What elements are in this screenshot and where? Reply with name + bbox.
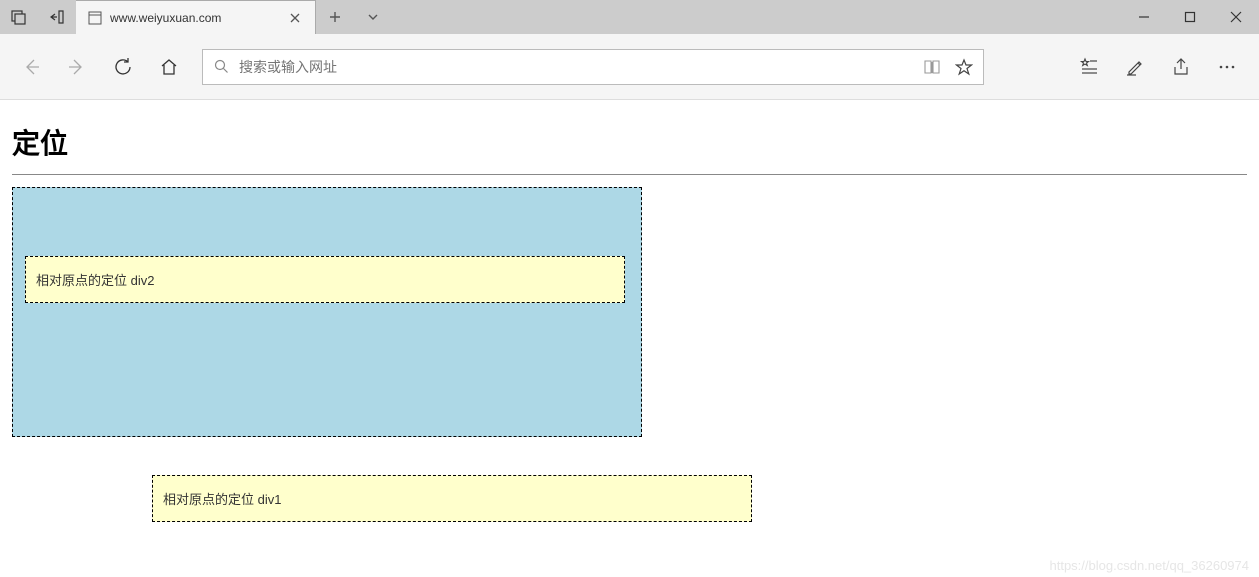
toolbar-right <box>1069 47 1247 87</box>
tab-menu-chevron-icon[interactable] <box>354 0 392 34</box>
back-button[interactable] <box>12 48 50 86</box>
div2-box: 相对原点的定位 div2 <box>25 256 625 303</box>
reading-view-icon[interactable] <box>921 56 943 78</box>
page-icon <box>88 11 102 25</box>
more-menu-icon[interactable] <box>1207 47 1247 87</box>
tabs-aside-icon[interactable] <box>0 0 38 34</box>
toolbar <box>0 34 1259 100</box>
divider <box>12 174 1247 175</box>
browser-tab[interactable]: www.weiyuxuan.com <box>76 0 316 34</box>
home-button[interactable] <box>150 48 188 86</box>
favorites-list-icon[interactable] <box>1069 47 1109 87</box>
search-icon <box>211 59 231 74</box>
page-content: 定位 相对原点的定位 div2 <box>0 100 1259 437</box>
window-controls <box>1121 0 1259 34</box>
favorite-star-icon[interactable] <box>953 56 975 78</box>
refresh-button[interactable] <box>104 48 142 86</box>
new-tab-button[interactable] <box>316 0 354 34</box>
notes-icon[interactable] <box>1115 47 1155 87</box>
titlebar: www.weiyuxuan.com <box>0 0 1259 34</box>
set-aside-icon[interactable] <box>38 0 76 34</box>
titlebar-left <box>0 0 76 34</box>
address-input[interactable] <box>239 59 921 75</box>
watermark: https://blog.csdn.net/qq_36260974 <box>1050 558 1250 573</box>
share-icon[interactable] <box>1161 47 1201 87</box>
forward-button[interactable] <box>58 48 96 86</box>
div1-box: 相对原点的定位 div1 <box>152 475 752 522</box>
address-bar-actions <box>921 56 975 78</box>
tab-actions <box>316 0 392 34</box>
blue-container: 相对原点的定位 div2 <box>12 187 642 437</box>
page-heading: 定位 <box>12 122 1247 162</box>
titlebar-drag-area <box>392 0 1121 34</box>
minimize-button[interactable] <box>1121 0 1167 34</box>
close-window-button[interactable] <box>1213 0 1259 34</box>
tab-title: www.weiyuxuan.com <box>110 11 279 25</box>
maximize-button[interactable] <box>1167 0 1213 34</box>
close-tab-icon[interactable] <box>287 10 303 26</box>
address-bar[interactable] <box>202 49 984 85</box>
